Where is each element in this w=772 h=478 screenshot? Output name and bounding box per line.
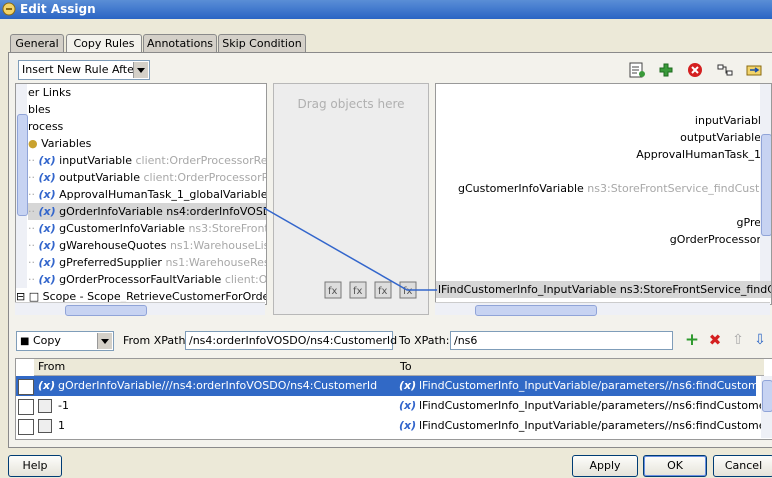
chevron-down-icon xyxy=(97,333,112,349)
tree-item[interactable]: er Links xyxy=(28,84,71,101)
source-tree-hscroll[interactable] xyxy=(15,302,265,316)
tree-item[interactable]: inputVariabl xyxy=(695,112,761,129)
tab-annotations[interactable]: Annotations xyxy=(143,34,217,53)
variable-icon: (x) xyxy=(38,205,56,218)
variable-icon: (x) xyxy=(38,256,56,269)
tree-item[interactable]: ·· (x) ApprovalHumanTask_1_globalVariabl… xyxy=(28,186,266,203)
tree-item-target-selected[interactable]: lFindCustomerInfo_InputVariable ns3:Stor… xyxy=(436,281,771,298)
folder-icon: ● xyxy=(28,137,38,150)
variable-icon: (x) xyxy=(399,399,417,412)
tree-item[interactable]: ·· (x) outputVariable client:OrderProces… xyxy=(28,169,266,186)
chevron-down-icon xyxy=(133,62,148,78)
variable-icon: (x) xyxy=(38,171,56,184)
tree-item[interactable]: ·· (x) gWarehouseQuotes ns1:WarehouseLis… xyxy=(28,237,266,254)
tree-item[interactable]: ApprovalHumanTask_1 xyxy=(636,146,761,163)
variable-icon: (x) xyxy=(38,188,56,201)
copy-icon: ■ xyxy=(20,336,30,347)
cancel-button[interactable]: Cancel xyxy=(713,455,772,477)
row-to: lFindCustomerInfo_InputVariable/paramete… xyxy=(419,399,772,412)
expression-builder-icon[interactable] xyxy=(628,62,646,80)
help-button[interactable]: Help xyxy=(8,455,62,477)
variable-icon: (x) xyxy=(38,222,56,235)
target-tree[interactable]: inputVariabl outputVariable ApprovalHuma… xyxy=(435,83,772,305)
tree-item-selected[interactable]: ·· (x) gOrderInfoVariable ns4:orderInfoV… xyxy=(28,203,266,220)
insert-rule-dropdown-value: Insert New Rule After xyxy=(22,63,139,76)
tab-copy-rules[interactable]: Copy Rules xyxy=(66,34,142,54)
tree-item[interactable]: gPre xyxy=(737,214,761,231)
target-tree-vscroll[interactable] xyxy=(760,84,771,281)
row-to: lFindCustomerInfo_InputVariable/paramete… xyxy=(419,419,772,432)
delete-rule-icon[interactable]: ✖ xyxy=(706,331,724,349)
apply-button[interactable]: Apply xyxy=(572,455,638,477)
variable-icon: (x) xyxy=(399,419,417,432)
tree-item[interactable]: bles xyxy=(28,101,51,118)
tab-skip-condition[interactable]: Skip Condition xyxy=(218,34,306,53)
schema-icon[interactable] xyxy=(716,62,734,80)
copy-type-dropdown[interactable]: ■ Copy xyxy=(16,331,114,351)
row-icon xyxy=(18,379,34,395)
table-row[interactable]: 1 (x) lFindCustomerInfo_InputVariable/pa… xyxy=(16,416,772,436)
window-title: Edit Assign xyxy=(20,2,96,16)
copy-link-line xyxy=(263,207,437,291)
tree-item-variables[interactable]: ● Variables xyxy=(28,135,91,152)
variable-icon: (x) xyxy=(38,154,56,167)
expression-icon xyxy=(38,399,52,413)
window-icon xyxy=(2,2,16,16)
table-row[interactable]: (x) gOrderInfoVariable///ns4:orderInfoVO… xyxy=(16,376,772,396)
variable-icon: (x) xyxy=(38,273,56,286)
table-row[interactable]: -1 (x) lFindCustomerInfo_InputVariable/p… xyxy=(16,396,772,416)
copy-type-value: Copy xyxy=(32,334,61,347)
source-tree-vscroll[interactable] xyxy=(16,84,28,288)
tree-item[interactable]: gCustomerInfoVariable ns3:StoreFrontServ… xyxy=(458,180,771,197)
copy-rules-table[interactable]: From To (x) gOrderInfoVariable///ns4:ord… xyxy=(15,358,772,440)
tree-item[interactable]: gOrderProcessor xyxy=(670,231,761,248)
tree-item[interactable]: outputVariable xyxy=(680,129,761,146)
from-xpath-label: From XPath: xyxy=(123,334,190,347)
to-xpath-label: To XPath: xyxy=(399,334,450,347)
tree-item[interactable]: ·· (x) gOrderProcessorFaultVariable clie… xyxy=(28,271,266,288)
variable-icon: (x) xyxy=(38,239,56,252)
variable-icon: (x) xyxy=(38,379,56,392)
column-header-to[interactable]: To xyxy=(396,359,764,376)
row-from: -1 xyxy=(58,399,69,412)
table-vscroll[interactable] xyxy=(761,376,772,438)
drag-zone-hint: Drag objects here xyxy=(297,97,405,111)
row-icon xyxy=(18,419,34,435)
title-bar: Edit Assign xyxy=(0,0,772,19)
variable-icon: (x) xyxy=(399,379,417,392)
tree-item[interactable]: ·· (x) gCustomerInfoVariable ns3:StoreFr… xyxy=(28,220,266,237)
ok-button[interactable]: OK xyxy=(643,455,707,477)
tab-general[interactable]: General xyxy=(10,34,64,53)
column-header-from[interactable]: From xyxy=(34,359,397,376)
row-from: 1 xyxy=(58,419,65,432)
row-icon xyxy=(18,399,34,415)
from-xpath-field[interactable]: /ns4:orderInfoVOSDO/ns4:CustomerId xyxy=(185,331,397,350)
source-tree[interactable]: er Links bles rocess ● Variables ·· (x) … xyxy=(15,83,267,305)
add-part-icon[interactable] xyxy=(657,62,675,80)
target-tree-hscroll[interactable] xyxy=(435,302,770,316)
expression-icon xyxy=(38,419,52,433)
map-icon[interactable] xyxy=(745,62,763,80)
tree-item[interactable]: ·· (x) inputVariable client:OrderProcess… xyxy=(28,152,266,169)
row-from: gOrderInfoVariable///ns4:orderInfoVOSDO/… xyxy=(58,379,378,392)
tree-item[interactable]: ·· (x) gPreferredSupplier ns1:WarehouseR… xyxy=(28,254,266,271)
insert-rule-dropdown[interactable]: Insert New Rule After xyxy=(18,60,150,80)
tree-item[interactable]: rocess xyxy=(28,118,63,135)
delete-icon[interactable] xyxy=(686,62,704,80)
add-rule-icon[interactable]: + xyxy=(683,331,701,349)
to-xpath-field[interactable]: /ns6 xyxy=(450,331,673,350)
move-up-icon[interactable]: ⇧ xyxy=(729,331,747,349)
move-down-icon[interactable]: ⇩ xyxy=(751,331,769,349)
row-to: lFindCustomerInfo_InputVariable/paramete… xyxy=(419,379,772,392)
